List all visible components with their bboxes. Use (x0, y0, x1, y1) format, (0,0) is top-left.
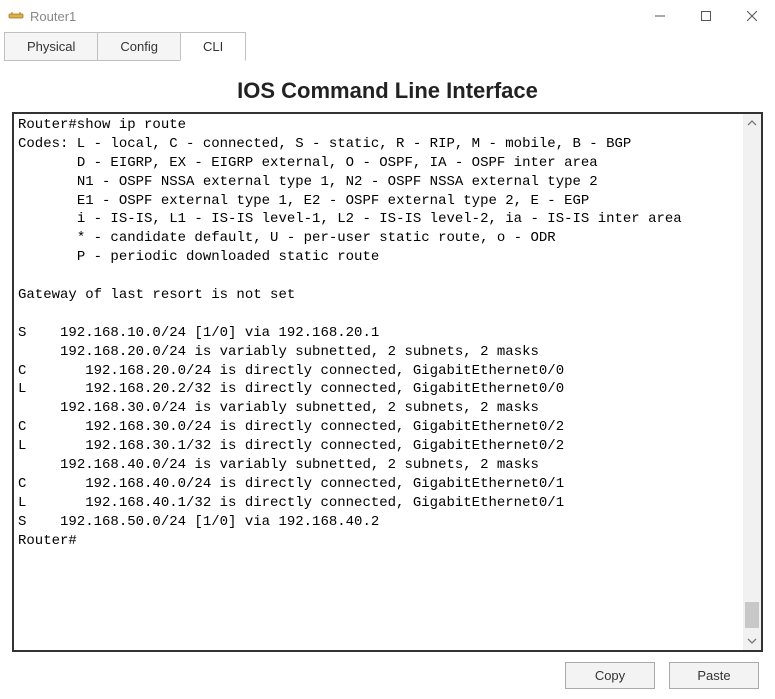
scroll-up-icon[interactable] (743, 114, 761, 132)
button-row: Copy Paste (12, 662, 763, 689)
copy-button[interactable]: Copy (565, 662, 655, 689)
tab-bar: Physical Config CLI (0, 32, 775, 62)
tab-physical[interactable]: Physical (4, 32, 98, 61)
maximize-button[interactable] (683, 0, 729, 32)
minimize-button[interactable] (637, 0, 683, 32)
paste-button[interactable]: Paste (669, 662, 759, 689)
scrollbar[interactable] (743, 114, 761, 650)
terminal-container: Router#show ip route Codes: L - local, C… (12, 112, 763, 652)
close-button[interactable] (729, 0, 775, 32)
router-icon (8, 8, 24, 24)
terminal-output[interactable]: Router#show ip route Codes: L - local, C… (14, 114, 743, 650)
page-title: IOS Command Line Interface (12, 78, 763, 104)
tab-config[interactable]: Config (97, 32, 181, 61)
titlebar: Router1 (0, 0, 775, 32)
window-controls (637, 0, 775, 32)
scroll-track[interactable] (743, 132, 761, 632)
scroll-down-icon[interactable] (743, 632, 761, 650)
tab-cli[interactable]: CLI (180, 32, 246, 61)
tab-content: IOS Command Line Interface Router#show i… (0, 62, 775, 699)
window-title: Router1 (30, 9, 637, 24)
scroll-thumb[interactable] (745, 602, 759, 628)
